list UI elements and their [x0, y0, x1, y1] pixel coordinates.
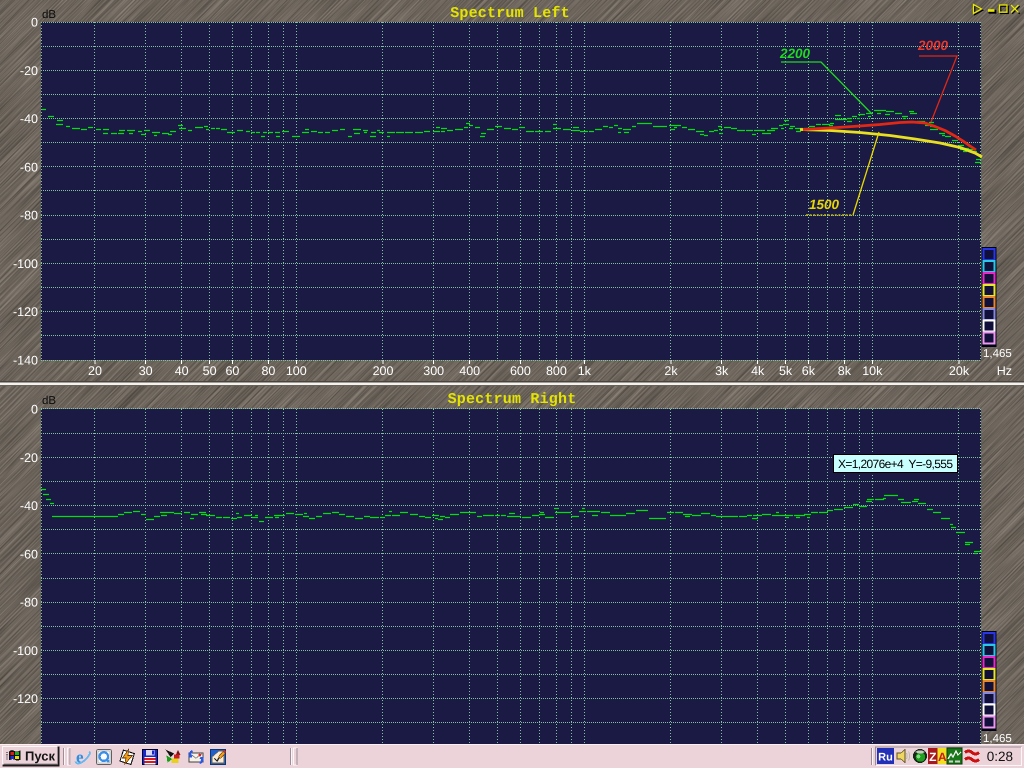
- svg-text:-100: -100: [13, 257, 38, 271]
- svg-text:-140: -140: [13, 354, 38, 368]
- svg-text:-20: -20: [20, 64, 38, 78]
- svg-text:-60: -60: [20, 160, 38, 174]
- svg-text:Z: Z: [929, 750, 936, 764]
- svg-text:-100: -100: [13, 644, 38, 658]
- svg-text:200: 200: [373, 364, 394, 378]
- svg-text:Spectrum Right: Spectrum Right: [448, 391, 577, 408]
- svg-text:-80: -80: [20, 209, 38, 223]
- svg-text:-120: -120: [13, 305, 38, 319]
- svg-text:-60: -60: [20, 547, 38, 561]
- svg-text:2k: 2k: [664, 364, 678, 378]
- svg-text:1500: 1500: [809, 197, 840, 212]
- svg-text:dB: dB: [42, 395, 56, 407]
- svg-text:2000: 2000: [917, 38, 949, 53]
- svg-text:-40: -40: [20, 499, 38, 513]
- svg-text:-120: -120: [13, 692, 38, 706]
- svg-text:20: 20: [88, 364, 102, 378]
- svg-text:1,465: 1,465: [983, 348, 1012, 360]
- svg-text:1,465: 1,465: [983, 733, 1012, 745]
- svg-text:100: 100: [286, 364, 307, 378]
- svg-text:2200: 2200: [779, 46, 811, 61]
- svg-text:3k: 3k: [715, 364, 729, 378]
- svg-text:5k: 5k: [779, 364, 793, 378]
- svg-text:-20: -20: [20, 451, 38, 465]
- svg-text:40: 40: [175, 364, 189, 378]
- svg-text:80: 80: [261, 364, 275, 378]
- svg-text:400: 400: [459, 364, 480, 378]
- svg-text:-80: -80: [20, 596, 38, 610]
- svg-text:-40: -40: [20, 112, 38, 126]
- svg-text:6k: 6k: [802, 364, 816, 378]
- svg-text:600: 600: [510, 364, 531, 378]
- svg-text:20k: 20k: [949, 364, 970, 378]
- svg-text:0:28: 0:28: [987, 749, 1013, 764]
- svg-text:300: 300: [423, 364, 444, 378]
- svg-text:A: A: [938, 750, 947, 764]
- svg-text:0: 0: [31, 403, 38, 417]
- svg-text:8k: 8k: [838, 364, 852, 378]
- svg-text:Hz: Hz: [997, 364, 1012, 378]
- svg-text:1k: 1k: [578, 364, 592, 378]
- svg-text:10k: 10k: [862, 364, 883, 378]
- svg-text:Spectrum Left: Spectrum Left: [450, 5, 570, 22]
- svg-text:60: 60: [225, 364, 239, 378]
- svg-text:X=1,2076e+4 Y=-9,555: X=1,2076e+4 Y=-9,555: [838, 457, 953, 471]
- svg-text:Пуск: Пуск: [25, 749, 55, 764]
- svg-text:0: 0: [31, 16, 38, 30]
- svg-text:50: 50: [203, 364, 217, 378]
- svg-text:4k: 4k: [751, 364, 765, 378]
- svg-text:Ru: Ru: [878, 752, 893, 764]
- svg-text:dB: dB: [42, 9, 56, 21]
- svg-text:800: 800: [546, 364, 567, 378]
- svg-text:30: 30: [139, 364, 153, 378]
